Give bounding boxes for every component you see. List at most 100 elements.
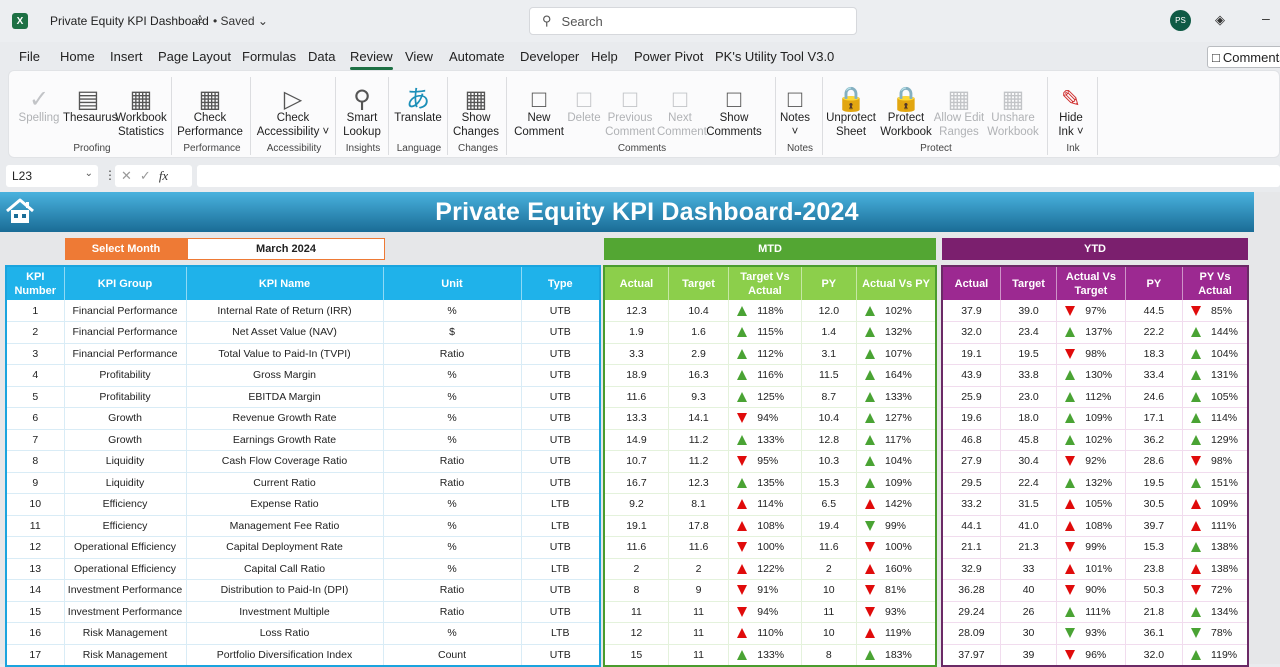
ytd-row[interactable]: 28.09 30 93% 36.1 78% xyxy=(942,622,1249,645)
previous-comment-button[interactable]: □ Previous Comment xyxy=(605,75,655,139)
tab-view[interactable]: View xyxy=(405,49,433,64)
ytd-actual-vs-target-value: 130% xyxy=(1085,369,1113,382)
kpi-row[interactable]: 2 Financial Performance Net Asset Value (N… xyxy=(6,321,601,344)
ytd-row[interactable]: 19.1 19.5 98% 18.3 104% xyxy=(942,343,1249,365)
mtd-row[interactable]: 1.9 1.6 115% 1.4 132% xyxy=(604,321,937,344)
ytd-row[interactable]: 37.97 39 96% 32.0 119% xyxy=(942,644,1249,666)
tab-help[interactable]: Help xyxy=(591,49,618,64)
notes-button[interactable]: □ Notes ˅ xyxy=(779,75,811,139)
mtd-row[interactable]: 2 2 122% 2 160% xyxy=(604,558,937,580)
shared-users-icon[interactable]: ♙ xyxy=(195,13,205,26)
mtd-row[interactable]: 19.1 17.8 108% 19.4 99% xyxy=(604,515,937,537)
minimize-button[interactable]: – xyxy=(1262,10,1270,26)
spelling-button[interactable]: ✓ Spelling xyxy=(13,75,65,125)
kpi-row[interactable]: 7 Growth Earnings Growth Rate% UTB xyxy=(6,429,601,451)
tab-developer[interactable]: Developer xyxy=(520,49,579,64)
mtd-row[interactable]: 11.6 11.6 100% 11.6 100% xyxy=(604,536,937,559)
mtd-row[interactable]: 16.7 12.3 135% 15.3 109% xyxy=(604,472,937,494)
tab-review[interactable]: Review xyxy=(350,49,393,70)
ytd-row[interactable]: 32.9 33 101% 23.8 138% xyxy=(942,558,1249,580)
ytd-row[interactable]: 19.6 18.0 109% 17.1 114% xyxy=(942,407,1249,430)
tab-home[interactable]: Home xyxy=(60,49,95,64)
user-avatar[interactable]: PS xyxy=(1170,10,1191,31)
smart-lookup-button[interactable]: ⚲ Smart Lookup xyxy=(341,75,383,139)
saved-status[interactable]: • Saved ⌄ xyxy=(213,14,268,28)
kpi-row[interactable]: 9 Liquidity Current Ratio Ratio UTB xyxy=(6,472,601,494)
allow-edit-ranges-button[interactable]: ▦ Allow Edit Ranges xyxy=(933,75,985,139)
kpi-row[interactable]: 12 Operational Efficiency Capital Deployme… xyxy=(6,536,601,559)
triangle-up-icon xyxy=(864,456,875,467)
ytd-row[interactable]: 27.9 30.4 92% 28.6 98% xyxy=(942,450,1249,473)
mtd-row[interactable]: 9.2 8.1 114% 6.5 142% xyxy=(604,493,937,516)
delete-button[interactable]: □ Delete xyxy=(565,75,603,125)
kpi-row[interactable]: 15 Investment Performance Investment Multi… xyxy=(6,601,601,623)
mtd-row[interactable]: 13.3 14.1 94% 10.4 127% xyxy=(604,407,937,430)
unshare-workbook-button[interactable]: ▦ Unshare Workbook xyxy=(985,75,1041,139)
triangle-down-icon xyxy=(864,520,875,531)
ytd-row[interactable]: 29.5 22.4 132% 19.5 151% xyxy=(942,472,1249,494)
ytd-row[interactable]: 21.1 21.3 99% 15.3 138% xyxy=(942,536,1249,559)
tab-file[interactable]: File xyxy=(19,49,40,64)
ytd-row[interactable]: 46.8 45.8 102% 36.2 129% xyxy=(942,429,1249,451)
home-icon[interactable] xyxy=(4,197,36,225)
protect-workbook-button[interactable]: 🔒 Protect Workbook xyxy=(877,75,935,139)
mtd-row[interactable]: 3.3 2.9 112% 3.1 107% xyxy=(604,343,937,365)
ytd-row[interactable]: 33.2 31.5 105% 30.5 109% xyxy=(942,493,1249,516)
ytd-row[interactable]: 44.1 41.0 108% 39.7 111% xyxy=(942,515,1249,537)
kpi-row[interactable]: 4 Profitability Gross Margin% UTB xyxy=(6,364,601,387)
tab-insert[interactable]: Insert xyxy=(110,49,143,64)
kpi-row[interactable]: 17 Risk Management Portfolio Diversificati… xyxy=(6,644,601,666)
kpi-row[interactable]: 8 Liquidity Cash Flow Coverage Ratio Ratio U… xyxy=(6,450,601,473)
thesaurus-button[interactable]: ▤ Thesaurus xyxy=(63,75,117,125)
cancel-icon[interactable]: ✕ xyxy=(121,168,132,184)
workbook-statistics-button[interactable]: ▦ Workbook Statistics xyxy=(113,75,169,139)
month-selector[interactable]: March 2024 xyxy=(187,238,385,260)
tab-formulas[interactable]: Formulas xyxy=(242,49,296,64)
mtd-row[interactable]: 12.3 10.4 118% 12.0 102% xyxy=(604,300,937,322)
tab-data[interactable]: Data xyxy=(308,49,335,64)
kpi-row[interactable]: 6 Growth Revenue Growth Rate% UTB xyxy=(6,407,601,430)
tab-automate[interactable]: Automate xyxy=(449,49,505,64)
mtd-row[interactable]: 12 11 110% 10 119% xyxy=(604,622,937,645)
mtd-row[interactable]: 11.6 9.3 125% 8.7 133% xyxy=(604,386,937,408)
kpi-row[interactable]: 14 Investment Performance Distribution to … xyxy=(6,579,601,602)
ytd-row[interactable]: 29.24 26 111% 21.8 134% xyxy=(942,601,1249,623)
kpi-row[interactable]: 3 Financial Performance Total Value to Pai… xyxy=(6,343,601,365)
check-performance-button[interactable]: ▦ Check Performance xyxy=(177,75,243,139)
tab-page-layout[interactable]: Page Layout xyxy=(158,49,231,64)
hide-ink-button[interactable]: ✎ Hide Ink ˅ xyxy=(1053,75,1089,139)
kpi-row[interactable]: 13 Operational Efficiency Capital Call Rat… xyxy=(6,558,601,580)
show-changes-button[interactable]: ▦ Show Changes xyxy=(451,75,501,139)
formula-input[interactable] xyxy=(197,165,1280,187)
ytd-row[interactable]: 32.0 23.4 137% 22.2 144% xyxy=(942,321,1249,344)
mtd-row[interactable]: 11 11 94% 11 93% xyxy=(604,601,937,623)
kpi-row[interactable]: 16 Risk Management Loss Ratio% LTB xyxy=(6,622,601,645)
unprotect-sheet-button[interactable]: 🔒 Unprotect Sheet xyxy=(825,75,877,139)
check-accessibility-button[interactable]: ▷ Check Accessibility ˅ xyxy=(255,75,331,139)
kpi-row[interactable]: 1 Financial Performance Internal Rate of R… xyxy=(6,300,601,322)
comments-button[interactable]: □ Comments xyxy=(1207,46,1280,68)
mtd-row[interactable]: 14.9 11.2 133% 12.8 117% xyxy=(604,429,937,451)
kpi-row[interactable]: 10 Efficiency Expense Ratio% LTB xyxy=(6,493,601,516)
mtd-row[interactable]: 10.7 11.2 95% 10.3 104% xyxy=(604,450,937,473)
insert-function-icon[interactable]: fx xyxy=(159,168,168,184)
name-box[interactable]: L23 ⌄ xyxy=(6,165,98,187)
new-comment-button[interactable]: □ New Comment xyxy=(511,75,567,139)
mtd-row[interactable]: 8 9 91% 10 81% xyxy=(604,579,937,602)
tab-power-pivot[interactable]: Power Pivot xyxy=(634,49,703,64)
tab-pk-s-utility-tool-v3-0[interactable]: PK's Utility Tool V3.0 xyxy=(715,49,834,64)
kpi-row[interactable]: 11 Efficiency Management Fee Ratio% LTB xyxy=(6,515,601,537)
show-comments-button[interactable]: □ Show Comments xyxy=(703,75,765,139)
ytd-row[interactable]: 37.9 39.0 97% 44.5 85% xyxy=(942,300,1249,322)
ytd-row[interactable]: 25.9 23.0 112% 24.6 105% xyxy=(942,386,1249,408)
kpi-row[interactable]: 5 Profitability EBITDA Margin% UTB xyxy=(6,386,601,408)
translate-button[interactable]: あ Translate xyxy=(393,75,443,125)
mtd-row[interactable]: 18.9 16.3 116% 11.5 164% xyxy=(604,364,937,387)
ytd-row[interactable]: 36.28 40 90% 50.3 72% xyxy=(942,579,1249,602)
search-box[interactable]: ⚲ Search xyxy=(529,7,857,35)
premium-diamond-icon[interactable]: ◈ xyxy=(1215,12,1225,28)
ytd-row[interactable]: 43.9 33.8 130% 33.4 131% xyxy=(942,364,1249,387)
next-comment-button[interactable]: □ Next Comment xyxy=(657,75,707,139)
enter-icon[interactable]: ✓ xyxy=(140,168,151,184)
mtd-row[interactable]: 15 11 133% 8 183% xyxy=(604,644,937,666)
